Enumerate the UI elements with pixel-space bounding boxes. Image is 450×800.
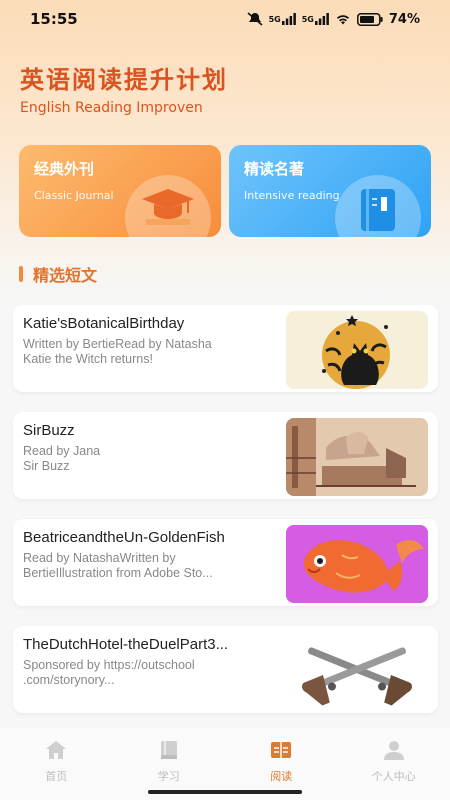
card-title: 经典外刊: [34, 160, 95, 178]
user-icon: [383, 740, 405, 764]
article-desc-line: Read by Jana: [23, 444, 101, 458]
article-card[interactable]: SirBuzz Read by Jana Sir Buzz: [13, 412, 438, 499]
article-desc-line: Katie the Witch returns!: [23, 352, 153, 366]
wifi-icon: [335, 13, 351, 25]
card-icon-bubble: [125, 175, 211, 237]
tab-label: 个人中心: [371, 770, 416, 783]
tab-profile[interactable]: 个人中心: [338, 728, 450, 800]
article-desc-line: Sir Buzz: [23, 459, 70, 473]
article-title: TheDutchHotel-theDuelPart3...: [23, 636, 229, 653]
article-thumbnail: [286, 632, 428, 710]
article-desc-line: Sponsored by https://outschool: [23, 658, 195, 672]
network-label-2: 5G: [301, 14, 314, 24]
article-thumbnail: [286, 525, 428, 603]
article-description: Read by Jana Sir Buzz: [23, 444, 278, 474]
status-time: 15:55: [30, 10, 78, 28]
network-label-1: 5G: [268, 14, 281, 24]
card-icon-bubble: [335, 175, 421, 237]
book-icon: [357, 187, 399, 237]
article-desc-line: BertieIllustration from Adobe Sto...: [23, 566, 213, 580]
article-title: SirBuzz: [23, 422, 75, 439]
home-icon: [45, 740, 67, 764]
tab-home[interactable]: 首页: [0, 728, 113, 800]
page-subtitle: English Reading Improven: [20, 100, 203, 116]
section-header: 精选短文: [19, 262, 97, 286]
article-description: Sponsored by https://outschool .com/stor…: [23, 658, 278, 688]
tab-label: 首页: [45, 770, 68, 783]
article-description: Read by NatashaWritten by BertieIllustra…: [23, 551, 278, 581]
mute-icon: [247, 12, 263, 26]
page-title: 英语阅读提升计划: [20, 66, 228, 94]
section-accent-bar: [19, 266, 23, 282]
article-card[interactable]: TheDutchHotel-theDuelPart3... Sponsored …: [13, 626, 438, 713]
battery-percent: 74%: [388, 11, 420, 27]
article-title: Katie'sBotanicalBirthday: [23, 315, 185, 332]
battery-icon: [356, 12, 383, 26]
signal-icon-1: 5G: [269, 13, 296, 25]
intensive-reading-card[interactable]: 精读名著 Intensive reading: [229, 145, 431, 237]
status-icons: 5G 5G 74%: [247, 12, 420, 27]
reading-icon: [270, 740, 292, 764]
article-thumbnail: [286, 418, 428, 496]
article-card[interactable]: BeatriceandtheUn-GoldenFish Read by Nata…: [13, 519, 438, 606]
article-title: BeatriceandtheUn-GoldenFish: [23, 529, 225, 546]
article-desc-line: Written by BertieRead by Natasha: [23, 337, 212, 351]
card-title: 精读名著: [244, 160, 305, 178]
tab-label: 学习: [157, 770, 180, 783]
home-indicator[interactable]: [148, 790, 302, 794]
signal-icon-2: 5G: [302, 13, 329, 25]
article-card[interactable]: Katie'sBotanicalBirthday Written by Bert…: [13, 305, 438, 392]
article-description: Written by BertieRead by Natasha Katie t…: [23, 337, 278, 367]
article-desc-line: .com/storynory...: [23, 673, 115, 687]
tab-label: 阅读: [270, 770, 293, 783]
book-icon: [158, 740, 180, 764]
section-title: 精选短文: [33, 266, 98, 285]
status-bar: 15:55 5G 5G 74%: [0, 0, 450, 38]
graduation-cap-icon: [140, 187, 196, 231]
article-desc-line: Read by NatashaWritten by: [23, 551, 176, 565]
classic-journal-card[interactable]: 经典外刊 Classic Journal: [19, 145, 221, 237]
article-thumbnail: [286, 311, 428, 389]
